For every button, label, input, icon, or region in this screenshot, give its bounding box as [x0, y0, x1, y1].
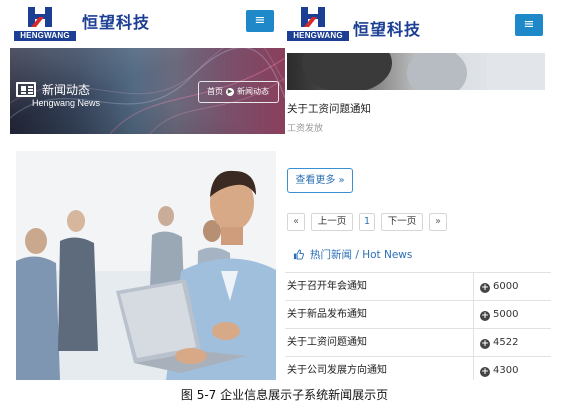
figure-caption: 图 5-7 企业信息展示子系统新闻展示页: [180, 388, 389, 402]
plus-circle-icon: +: [480, 283, 490, 293]
breadcrumb-current: 新闻动态: [237, 87, 269, 96]
hot-news-item-title[interactable]: 关于公司发展方向通知: [287, 357, 387, 380]
news-item-title[interactable]: 关于工资问题通知: [287, 101, 371, 116]
chevron-right-icon: ▶: [226, 87, 234, 96]
news-item-summary: 工资发放: [287, 124, 324, 134]
breadcrumb: 首页 ▶ 新闻动态: [198, 81, 279, 103]
view-count: 6000: [493, 281, 519, 292]
businessman-laptop-image: [16, 151, 276, 380]
hot-news-table: 关于召开年会通知 +6000 关于新品发布通知 +5000 关于工资问题通知 +…: [285, 272, 551, 380]
cropped-photo: [302, 53, 545, 90]
hot-news-item-title[interactable]: 关于召开年会通知: [287, 273, 367, 300]
table-row[interactable]: 关于新品发布通知 +5000: [285, 301, 551, 329]
view-count: 4300: [493, 365, 519, 376]
pagination-last[interactable]: »: [429, 213, 447, 231]
pagination-first[interactable]: «: [287, 213, 305, 231]
site-header-right: HENGWANG 恒望科技 ≡: [285, 0, 554, 46]
hot-news-item-title[interactable]: 关于新品发布通知: [287, 301, 367, 328]
newspaper-icon: [16, 82, 36, 97]
view-count-cell: +6000: [473, 273, 551, 300]
site-logo-right[interactable]: HENGWANG: [287, 5, 349, 41]
news-list-page-left: HENGWANG 恒望科技 ≡ 新闻动态 Hengwang News 首页 ▶ 新闻…: [8, 0, 285, 380]
thumbs-up-icon: [293, 249, 304, 260]
hot-news-item-title[interactable]: 关于工资问题通知: [287, 329, 367, 356]
news-item-image[interactable]: [287, 53, 545, 90]
view-count-cell: +4300: [473, 357, 551, 380]
breadcrumb-home[interactable]: 首页: [207, 87, 223, 96]
news-photo[interactable]: [16, 151, 276, 380]
plus-circle-icon: +: [480, 311, 490, 321]
view-count: 5000: [493, 309, 519, 320]
banner-subtitle: Hengwang News: [32, 98, 101, 108]
news-banner: 新闻动态 Hengwang News 首页 ▶ 新闻动态: [10, 48, 285, 134]
hengwang-logo-icon: [28, 7, 52, 27]
view-count-cell: +4522: [473, 329, 551, 356]
table-row[interactable]: 关于工资问题通知 +4522: [285, 329, 551, 357]
view-count-cell: +5000: [473, 301, 551, 328]
logo-wordmark: HENGWANG: [14, 31, 76, 41]
table-row[interactable]: 关于召开年会通知 +6000: [285, 273, 551, 301]
hengwang-logo-icon: [301, 7, 325, 27]
pagination-page-1[interactable]: 1: [359, 213, 375, 231]
pagination: « 上一页 1 下一页 »: [287, 213, 447, 231]
plus-circle-icon: +: [480, 339, 490, 349]
site-logo[interactable]: HENGWANG: [14, 5, 76, 41]
view-count: 4522: [493, 337, 519, 348]
logo-wordmark: HENGWANG: [287, 31, 349, 41]
view-more-button[interactable]: 查看更多 »: [287, 168, 353, 193]
brand-name: 恒望科技: [82, 13, 151, 32]
table-row[interactable]: 关于公司发展方向通知 +4300: [285, 357, 551, 380]
site-header: HENGWANG 恒望科技 ≡: [8, 0, 285, 46]
pagination-prev[interactable]: 上一页: [311, 213, 353, 231]
brand-name: 恒望科技: [353, 20, 422, 39]
hot-news-heading: 热门新闻 / Hot News: [293, 247, 412, 262]
pagination-next[interactable]: 下一页: [381, 213, 423, 231]
news-list-page-right: HENGWANG 恒望科技 ≡ 关于工资问题通知 工资发放 查看更多 » « 上…: [285, 0, 554, 380]
menu-button[interactable]: ≡: [515, 14, 543, 36]
banner-title: 新闻动态: [42, 83, 91, 97]
plus-circle-icon: +: [480, 367, 490, 377]
menu-button[interactable]: ≡: [246, 10, 274, 32]
hot-news-title: 热门新闻 / Hot News: [310, 249, 413, 261]
